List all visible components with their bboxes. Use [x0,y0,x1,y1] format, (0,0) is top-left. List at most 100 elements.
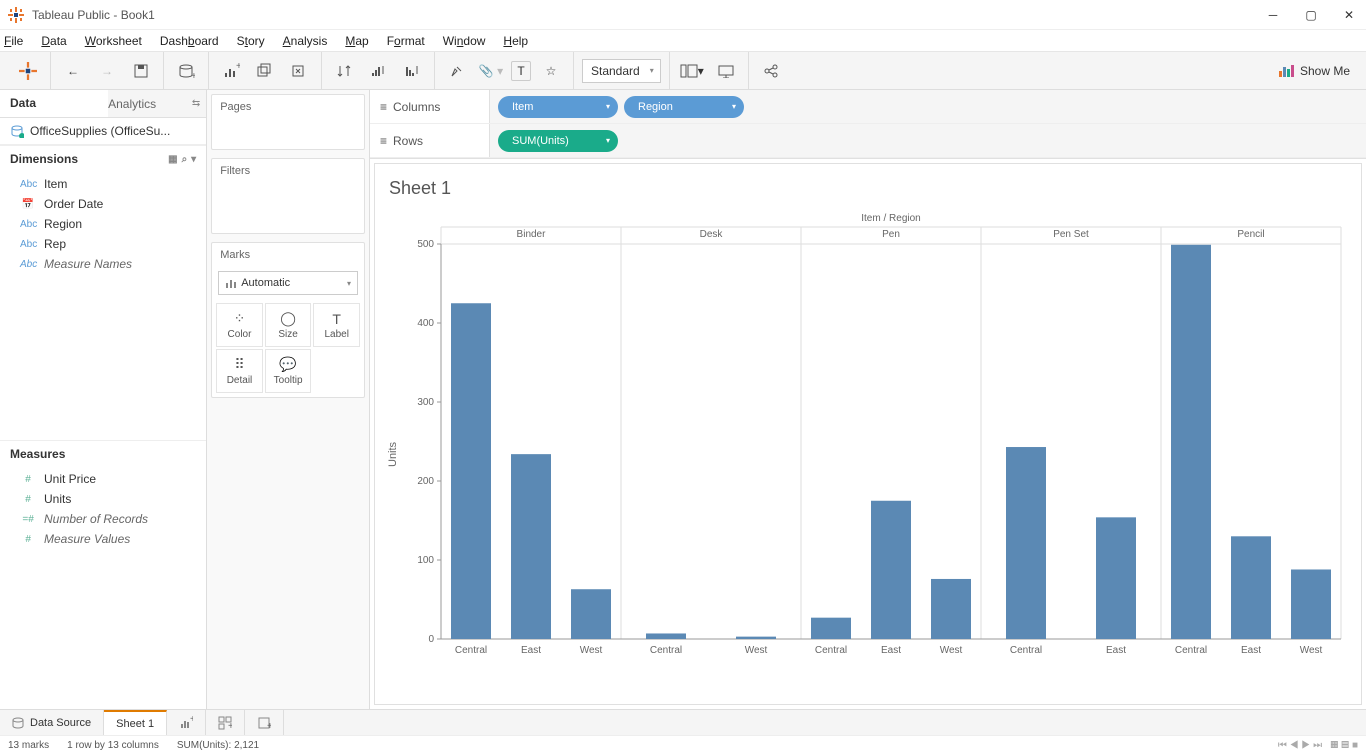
window-titlebar: Tableau Public - Book1 ─ ▢ ✕ [0,0,1366,30]
show-cards-icon[interactable]: ▾ [678,57,706,85]
svg-text:Binder: Binder [517,229,547,240]
menu-format[interactable]: Format [387,34,425,48]
svg-text:100: 100 [417,555,434,566]
show-me-icon [1278,63,1294,79]
field-order-date[interactable]: 📅Order Date [0,194,206,214]
field-units[interactable]: #Units [0,489,206,509]
maximize-button[interactable]: ▢ [1302,6,1320,24]
svg-text:+: + [236,63,240,72]
field-number-of-records[interactable]: =#Number of Records [0,509,206,529]
svg-text:East: East [881,645,901,656]
type-icon: Abc [20,179,36,190]
type-icon: Abc [20,239,36,250]
datasource-icon [10,124,24,138]
sheet-1-tab[interactable]: Sheet 1 [104,710,167,735]
save-icon[interactable] [127,57,155,85]
svg-text:Item / Region: Item / Region [861,213,920,224]
mark-label[interactable]: TLabel [313,303,360,347]
menu-help[interactable]: Help [503,34,528,48]
cards-pane: Pages Filters Marks Automatic ⁘Color◯Siz… [207,90,370,709]
close-button[interactable]: ✕ [1340,6,1358,24]
svg-text:East: East [1106,645,1126,656]
svg-text:West: West [1300,645,1323,656]
type-icon: # [20,534,36,545]
rows-icon: ≡ [380,134,387,148]
svg-text:East: East [521,645,541,656]
duplicate-icon[interactable] [251,57,279,85]
type-icon: Abc [20,219,36,230]
marks-card: Marks Automatic ⁘Color◯SizeTLabel⠿Detail… [211,242,365,398]
minimize-button[interactable]: ─ [1264,6,1282,24]
tableau-icon[interactable] [14,57,42,85]
pill-sumunits[interactable]: SUM(Units) [498,130,618,152]
sort-asc-icon[interactable] [364,57,392,85]
menu-file[interactable]: File [4,34,23,48]
new-dashboard-tab[interactable]: + [206,710,245,735]
sheet-title[interactable]: Sheet 1 [385,174,1351,209]
svg-text:Central: Central [455,645,487,656]
clear-icon[interactable] [285,57,313,85]
menu-window[interactable]: Window [443,34,486,48]
new-worksheet-icon[interactable]: + [217,57,245,85]
svg-text:200: 200 [417,476,434,487]
svg-text:Pen: Pen [882,229,900,240]
menu-analysis[interactable]: Analysis [283,34,328,48]
menu-data[interactable]: Data [41,34,66,48]
tab-analytics[interactable]: Analytics⇆ [108,90,206,117]
nav-icons[interactable]: ⏮ ◀ ▶ ⏭ ▦ ▤ ■ [1278,740,1358,751]
show-me-button[interactable]: Show Me [1268,63,1360,79]
field-measure-values[interactable]: #Measure Values [0,529,206,549]
sort-desc-icon[interactable] [398,57,426,85]
chart-svg: Item / RegionBinderDeskPenPen SetPencil0… [401,209,1351,679]
menu-worksheet[interactable]: Worksheet [85,34,142,48]
data-source-tab[interactable]: Data Source [0,710,104,735]
mark-color[interactable]: ⁘Color [216,303,263,347]
back-icon[interactable]: ← [59,57,87,85]
field-unit-price[interactable]: #Unit Price [0,469,206,489]
pill-item[interactable]: Item [498,96,618,118]
swap-icon[interactable] [330,57,358,85]
field-measure-names[interactable]: AbcMeasure Names [0,254,206,274]
pin-icon[interactable]: ☆ [537,57,565,85]
mark-detail[interactable]: ⠿Detail [216,349,263,393]
analytics-options-icon[interactable]: ⇆ [192,98,206,109]
svg-text:400: 400 [417,318,434,329]
mark-tooltip[interactable]: 💬Tooltip [265,349,312,393]
toolbar: ← → + + 📎 ▾ T ☆ Standard ▾ Show Me [0,52,1366,90]
share-icon[interactable] [757,57,785,85]
pill-region[interactable]: Region [624,96,744,118]
marks-type-select[interactable]: Automatic [218,271,358,295]
new-story-tab[interactable]: + [245,710,284,735]
tab-data[interactable]: Data [0,90,108,117]
field-item[interactable]: AbcItem [0,174,206,194]
label-toggle-icon[interactable]: T [511,61,531,81]
menu-map[interactable]: Map [345,34,368,48]
search-icon[interactable]: ⌕ [182,154,188,165]
presentation-icon[interactable] [712,57,740,85]
tableau-logo-icon [8,7,24,23]
filters-card[interactable]: Filters [211,158,365,234]
svg-text:0: 0 [428,634,434,645]
mark-size[interactable]: ◯Size [265,303,312,347]
data-pane: Data Analytics⇆ OfficeSupplies (OfficeSu… [0,90,207,709]
new-worksheet-tab[interactable]: + [167,710,206,735]
menu-story[interactable]: Story [237,34,265,48]
new-datasource-icon[interactable]: + [172,57,200,85]
rows-shelf[interactable]: ≡Rows SUM(Units) [370,124,1366,158]
pages-card[interactable]: Pages [211,94,365,150]
field-region[interactable]: AbcRegion [0,214,206,234]
view-list-icon[interactable]: ▦ [168,154,177,165]
menu-bar: File Data Worksheet Dashboard Story Anal… [0,30,1366,52]
fit-mode-select[interactable]: Standard [582,59,661,83]
menu-dashboard[interactable]: Dashboard [160,34,219,48]
datasource-item[interactable]: OfficeSupplies (OfficeSu... [0,118,206,145]
svg-text:300: 300 [417,397,434,408]
forward-icon[interactable]: → [93,57,121,85]
group-icon[interactable]: 📎 ▾ [477,57,505,85]
status-marks: 13 marks [8,740,49,751]
field-rep[interactable]: AbcRep [0,234,206,254]
highlight-icon[interactable] [443,57,471,85]
dropdown-icon[interactable]: ▾ [191,154,196,165]
svg-text:+: + [191,71,195,80]
columns-shelf[interactable]: ≡Columns ItemRegion [370,90,1366,124]
